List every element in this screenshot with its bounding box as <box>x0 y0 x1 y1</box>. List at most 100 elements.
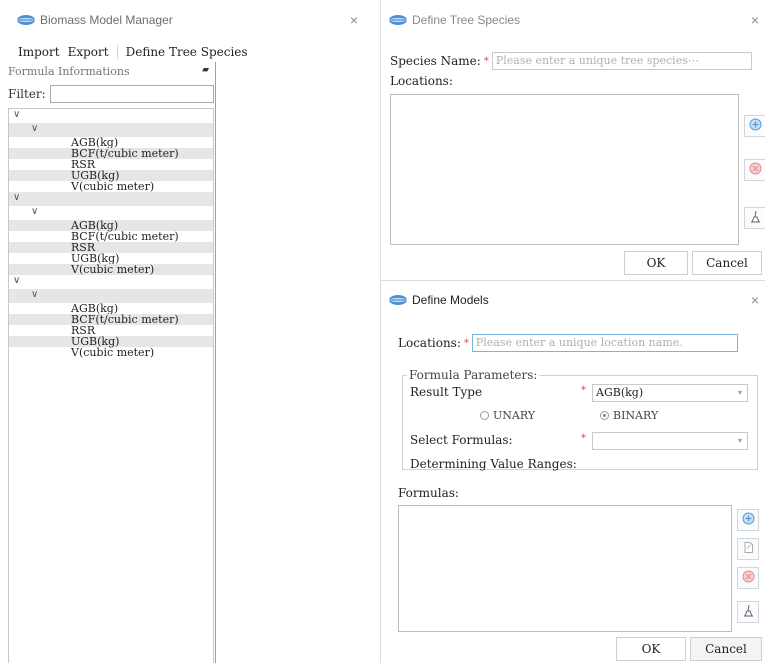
tree-subgroup-row[interactable]: ∨ <box>9 123 213 137</box>
add-formula-button[interactable] <box>737 509 759 531</box>
formula-informations-header: Formula Informations ▰ <box>8 65 212 81</box>
select-formulas-label: Select Formulas: <box>410 433 513 447</box>
tree-leaf-label: V(cubic meter) <box>71 346 155 359</box>
manager-titlebar: Biomass Model Manager × <box>0 0 372 40</box>
chevron-down-icon: ▾ <box>737 388 742 397</box>
define-models-dialog: Define Models × Locations: * Please ente… <box>380 280 765 663</box>
radio-selected-icon <box>600 411 609 420</box>
radio-unary-label: UNARY <box>493 409 536 422</box>
menu-export[interactable]: Export <box>64 45 113 59</box>
broom-icon <box>742 604 755 620</box>
remove-formula-button[interactable] <box>737 567 759 589</box>
tree-group-row[interactable]: ∨ <box>9 275 213 289</box>
radio-unary[interactable]: UNARY <box>480 409 535 422</box>
required-mark: * <box>581 433 586 444</box>
value-ranges-label: Determining Value Ranges: <box>410 457 577 471</box>
plus-circle-icon <box>742 512 755 528</box>
chevron-down-icon[interactable]: ∨ <box>31 206 38 217</box>
chevron-down-icon: ▾ <box>737 436 742 445</box>
result-type-select[interactable]: AGB(kg) ▾ <box>592 384 748 402</box>
tree-leaf-row[interactable]: V(cubic meter) <box>9 264 213 275</box>
filter-label: Filter: <box>8 87 46 101</box>
panel-splitter[interactable] <box>215 62 216 663</box>
chevron-down-icon[interactable]: ∨ <box>13 192 20 203</box>
models-locations-row: Locations: * Please enter a unique locat… <box>398 334 738 352</box>
dialog-border <box>380 281 381 663</box>
tree-group-row[interactable]: ∨ <box>9 109 213 123</box>
manager-menubar: Import Export Define Tree Species <box>0 43 252 61</box>
models-close-icon[interactable]: × <box>751 292 759 308</box>
select-formulas-row: Select Formulas: <box>410 433 513 447</box>
radio-circle-icon <box>480 411 489 420</box>
models-locations-label: Locations: <box>398 336 461 350</box>
manager-title: Biomass Model Manager <box>40 13 173 27</box>
models-ok-button[interactable]: OK <box>616 637 686 661</box>
required-mark: * <box>483 55 489 67</box>
biomass-model-manager-window: Biomass Model Manager × Import Export De… <box>0 0 372 663</box>
tree-leaf-row[interactable]: BCF(t/cubic meter) <box>9 314 213 325</box>
document-edit-icon <box>742 541 755 557</box>
tree-group-row[interactable]: ∨ <box>9 192 213 206</box>
formula-tree: ∨ ∨ AGB(kg) BCF(t/cubic meter) RSR UGB(k… <box>8 108 214 663</box>
app-logo-icon <box>388 14 408 26</box>
filter-input[interactable] <box>49 85 214 103</box>
menu-separator <box>116 45 118 59</box>
edit-formula-button[interactable] <box>737 538 759 560</box>
app-logo-icon <box>16 14 36 26</box>
clear-formulas-button[interactable] <box>737 601 759 623</box>
menu-import[interactable]: Import <box>14 45 64 59</box>
tree-leaf-row[interactable]: V(cubic meter) <box>9 181 213 192</box>
tree-leaf-label: V(cubic meter) <box>71 180 155 193</box>
species-name-row: Species Name: * Please enter a unique tr… <box>390 52 752 70</box>
broom-icon <box>749 210 762 226</box>
tree-leaf-row[interactable]: BCF(t/cubic meter) <box>9 231 213 242</box>
pin-icon[interactable]: ▰ <box>202 65 209 75</box>
tree-leaf-row[interactable]: BCF(t/cubic meter) <box>9 148 213 159</box>
species-cancel-button[interactable]: Cancel <box>692 251 762 275</box>
clear-locations-button[interactable] <box>744 207 765 229</box>
species-titlebar: Define Tree Species × <box>380 0 765 40</box>
formulas-label-row: Formulas: <box>398 486 459 500</box>
chevron-down-icon[interactable]: ∨ <box>13 109 20 120</box>
minus-circle-icon <box>749 162 762 178</box>
formula-informations-label: Formula Informations <box>8 65 130 78</box>
formulas-list[interactable] <box>398 505 732 632</box>
minus-circle-icon <box>742 570 755 586</box>
remove-location-button[interactable] <box>744 159 765 181</box>
locations-label: Locations: <box>390 74 453 88</box>
location-name-input[interactable]: Please enter a unique location name. <box>471 334 738 352</box>
tree-leaf-label: V(cubic meter) <box>71 263 155 276</box>
species-name-label: Species Name: <box>390 54 481 68</box>
species-close-icon[interactable]: × <box>751 12 759 28</box>
dialog-border <box>380 0 381 280</box>
menu-define-tree-species[interactable]: Define Tree Species <box>122 45 252 59</box>
tree-leaf-row[interactable]: V(cubic meter) <box>9 347 213 358</box>
locations-label-row: Locations: <box>390 74 453 88</box>
species-ok-button[interactable]: OK <box>624 251 688 275</box>
formulas-label: Formulas: <box>398 486 459 500</box>
species-dialog-title: Define Tree Species <box>412 13 521 27</box>
required-mark: * <box>463 337 469 349</box>
tree-subgroup-row[interactable]: ∨ <box>9 289 213 303</box>
radio-binary[interactable]: BINARY <box>600 409 658 422</box>
locations-list[interactable] <box>390 94 739 245</box>
radio-binary-label: BINARY <box>613 409 659 422</box>
chevron-down-icon[interactable]: ∨ <box>31 289 38 300</box>
plus-circle-icon <box>749 118 762 134</box>
models-titlebar: Define Models × <box>380 281 765 319</box>
chevron-down-icon[interactable]: ∨ <box>31 123 38 134</box>
species-name-input[interactable]: Please enter a unique tree species⋯ <box>491 52 752 70</box>
models-dialog-title: Define Models <box>412 293 489 307</box>
add-location-button[interactable] <box>744 115 765 137</box>
result-type-label: Result Type <box>410 385 483 399</box>
manager-close-icon[interactable]: × <box>350 12 358 28</box>
chevron-down-icon[interactable]: ∨ <box>13 275 20 286</box>
tree-subgroup-row[interactable]: ∨ <box>9 206 213 220</box>
models-cancel-button[interactable]: Cancel <box>690 637 762 661</box>
app-logo-icon <box>388 294 408 306</box>
formula-parameters-legend: Formula Parameters: <box>409 368 538 382</box>
result-type-row: Result Type <box>410 385 482 399</box>
select-formulas-select[interactable]: ▾ <box>592 432 748 450</box>
value-ranges-row: Determining Value Ranges: <box>410 457 577 471</box>
result-type-value: AGB(kg) <box>596 386 644 399</box>
